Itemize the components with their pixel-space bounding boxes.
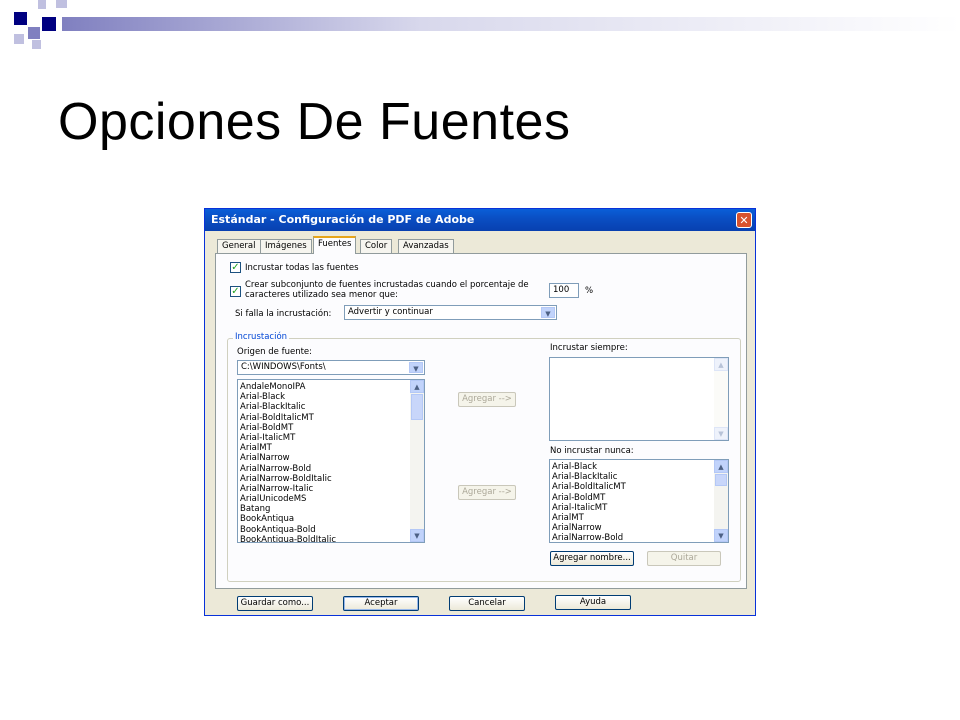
never-embed-scrollbar[interactable]: ▲ ▼: [714, 460, 728, 542]
on-fail-select[interactable]: Advertir y continuar ▼: [344, 305, 557, 320]
add-to-always-button[interactable]: Agregar -->: [458, 392, 516, 407]
never-embed-font-item[interactable]: Arial-Black: [550, 462, 714, 472]
always-embed-list[interactable]: ▲ ▼: [549, 357, 729, 441]
never-embed-list[interactable]: Arial-Black Arial-BlackItalic Arial-BoldIt…: [549, 459, 729, 543]
source-font-item[interactable]: Arial-Black: [238, 392, 410, 402]
always-embed-scrollbar[interactable]: ▲ ▼: [714, 358, 728, 440]
source-font-item[interactable]: Arial-ItalicMT: [238, 433, 410, 443]
source-font-item[interactable]: ArialNarrow-Bold: [238, 464, 410, 474]
subset-percent-input[interactable]: 100: [549, 283, 579, 298]
source-fonts-list[interactable]: AndaleMonoIPA Arial-Black Arial-BlackItali…: [237, 379, 425, 543]
source-font-item[interactable]: BookAntiqua-Bold: [238, 525, 410, 535]
font-source-value: C:\WINDOWS\Fonts\: [241, 362, 326, 372]
scroll-thumb[interactable]: [411, 394, 423, 420]
source-font-item[interactable]: Arial-BoldMT: [238, 423, 410, 433]
source-font-item[interactable]: Arial-BoldItalicMT: [238, 413, 410, 423]
scroll-down-icon[interactable]: ▼: [714, 529, 728, 542]
slide-deco-navy-square-2: [42, 17, 56, 31]
help-button[interactable]: Ayuda: [555, 595, 631, 610]
add-to-never-button[interactable]: Agregar -->: [458, 485, 516, 500]
never-embed-font-item[interactable]: ArialMT: [550, 513, 714, 523]
subset-checkbox[interactable]: ✓: [230, 286, 241, 297]
chevron-down-icon[interactable]: ▼: [541, 307, 555, 318]
font-source-label: Origen de fuente:: [237, 347, 313, 357]
source-font-item[interactable]: ArialMT: [238, 443, 410, 453]
chevron-down-icon[interactable]: ▼: [409, 362, 423, 373]
source-font-item[interactable]: BookAntiqua: [238, 514, 410, 524]
slide-deco-periwinkle-square: [28, 27, 40, 39]
slide-deco-light-square-1: [38, 0, 46, 9]
never-embed-font-item[interactable]: Arial-BoldMT: [550, 493, 714, 503]
tab-color[interactable]: Color: [360, 239, 393, 253]
never-embed-font-item[interactable]: ArialNarrow-Bold: [550, 533, 714, 542]
scroll-thumb[interactable]: [715, 474, 727, 486]
tab-general[interactable]: General: [217, 239, 261, 253]
add-name-button[interactable]: Agregar nombre...: [550, 551, 634, 566]
source-font-item[interactable]: Arial-BlackItalic: [238, 402, 410, 412]
source-font-item[interactable]: ArialUnicodeMS: [238, 494, 410, 504]
source-font-item[interactable]: ArialNarrow-Italic: [238, 484, 410, 494]
never-embed-font-item[interactable]: ArialNarrow: [550, 523, 714, 533]
source-font-item[interactable]: AndaleMonoIPA: [238, 382, 410, 392]
subset-label-line1: Crear subconjunto de fuentes incrustadas…: [245, 280, 529, 290]
dialog-title-bar[interactable]: Estándar - Configuración de PDF de Adobe…: [205, 209, 755, 231]
on-fail-value: Advertir y continuar: [348, 307, 433, 317]
on-fail-label: Si falla la incrustación:: [235, 309, 332, 319]
slide-deco-navy-square-1: [14, 12, 27, 25]
tab-fuentes[interactable]: Fuentes: [313, 236, 357, 254]
pdf-settings-dialog: Estándar - Configuración de PDF de Adobe…: [204, 208, 756, 616]
never-embed-label: No incrustar nunca:: [550, 446, 634, 456]
tab-avanzadas[interactable]: Avanzadas: [398, 239, 454, 253]
slide-title: Opciones De Fuentes: [58, 93, 571, 151]
dialog-title: Estándar - Configuración de PDF de Adobe: [211, 213, 475, 226]
subset-label-line2: caracteres utilizado sea menor que:: [245, 290, 398, 300]
source-font-item[interactable]: ArialNarrow-BoldItalic: [238, 474, 410, 484]
slide-deco-light-square-2: [56, 0, 67, 8]
remove-button[interactable]: Quitar: [647, 551, 721, 566]
never-embed-font-item[interactable]: Arial-BlackItalic: [550, 472, 714, 482]
scroll-up-icon[interactable]: ▲: [714, 460, 728, 473]
source-font-item[interactable]: Batang: [238, 504, 410, 514]
cancel-button[interactable]: Cancelar: [449, 596, 525, 611]
close-icon[interactable]: ✕: [736, 212, 752, 228]
scroll-up-icon[interactable]: ▲: [410, 380, 424, 393]
subset-percent-unit: %: [585, 286, 594, 296]
embed-all-label: Incrustar todas las fuentes: [245, 263, 359, 273]
always-embed-label: Incrustar siempre:: [550, 343, 628, 353]
tab-imagenes[interactable]: Imágenes: [260, 239, 312, 253]
ok-button[interactable]: Aceptar: [343, 596, 419, 611]
font-source-select[interactable]: C:\WINDOWS\Fonts\ ▼: [237, 360, 425, 375]
slide-deco-light-square-3: [14, 34, 24, 44]
scroll-up-icon[interactable]: ▲: [714, 358, 728, 371]
embed-all-checkbox[interactable]: ✓: [230, 262, 241, 273]
never-embed-font-item[interactable]: Arial-BoldItalicMT: [550, 482, 714, 492]
slide-deco-gradient-bar: [62, 17, 960, 31]
scroll-down-icon[interactable]: ▼: [410, 529, 424, 542]
source-font-item[interactable]: BookAntiqua-BoldItalic: [238, 535, 410, 542]
source-fonts-scrollbar[interactable]: ▲ ▼: [410, 380, 424, 542]
embedding-group-label: Incrustación: [233, 332, 290, 342]
source-font-item[interactable]: ArialNarrow: [238, 453, 410, 463]
never-embed-font-item[interactable]: Arial-ItalicMT: [550, 503, 714, 513]
slide-deco-light-square-4: [32, 40, 41, 49]
scroll-down-icon[interactable]: ▼: [714, 427, 728, 440]
save-as-button[interactable]: Guardar como...: [237, 596, 313, 611]
